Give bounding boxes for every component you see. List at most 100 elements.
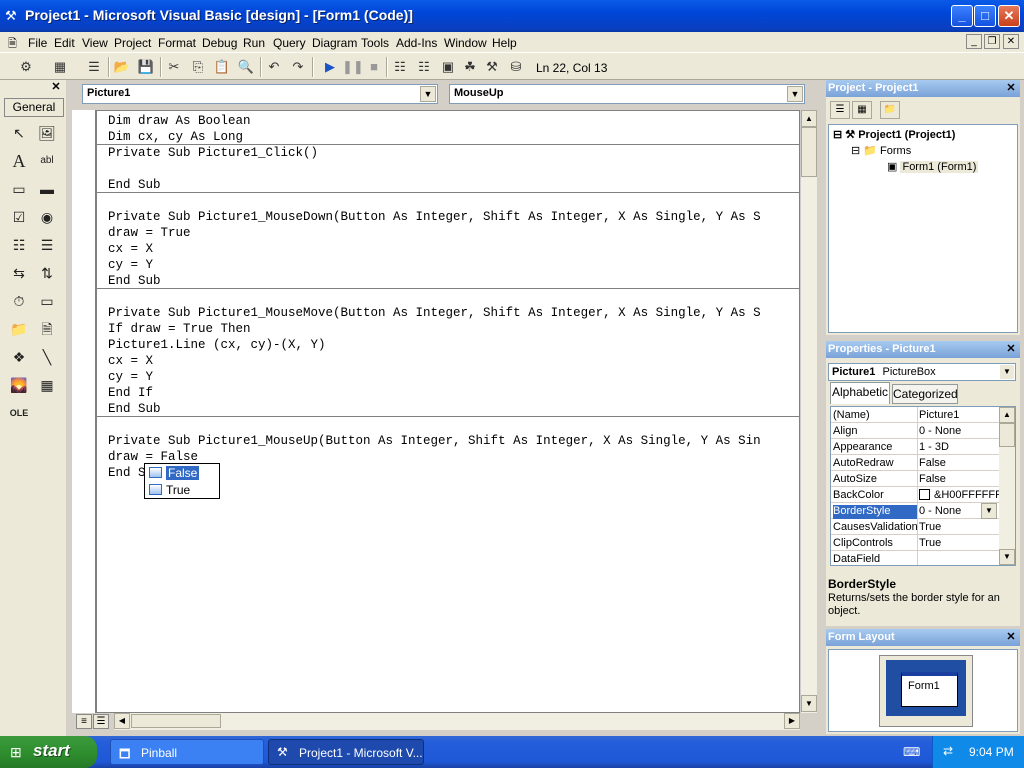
taskbar-item-vb[interactable]: ⚒ Project1 - Microsoft V... <box>268 739 424 765</box>
mdi-restore-button[interactable]: ❐ <box>984 34 1000 49</box>
code-line[interactable]: cx = X <box>108 353 153 369</box>
code-line[interactable]: cx = X <box>108 241 153 257</box>
procedure-combo[interactable]: MouseUp ▼ <box>449 84 805 104</box>
close-icon[interactable]: ✕ <box>1004 342 1018 356</box>
menu-help[interactable]: Help <box>492 36 517 50</box>
commandbutton-tool-icon[interactable]: ▬ <box>36 178 58 200</box>
code-line[interactable]: Private Sub Picture1_Click() <box>108 145 318 161</box>
title-bar[interactable]: ⚒ Project1 - Microsoft Visual Basic [des… <box>0 0 1024 32</box>
object-selector[interactable]: Picture1 PictureBox ▼ <box>828 363 1016 381</box>
maximize-button[interactable]: □ <box>974 5 996 27</box>
close-icon[interactable]: ✕ <box>49 81 63 94</box>
scroll-left-icon[interactable]: ◀ <box>114 713 130 729</box>
close-icon[interactable]: ✕ <box>1004 630 1018 644</box>
vertical-scrollbar[interactable]: ▲ ▼ <box>800 110 817 713</box>
menu-run[interactable]: Run <box>243 36 265 50</box>
autocomplete-item[interactable]: True <box>147 482 219 498</box>
project-explorer-icon[interactable]: ☷ <box>390 57 410 77</box>
menu-file[interactable]: File <box>28 36 47 50</box>
property-row[interactable]: BackColor &H00FFFFFF <box>831 487 999 503</box>
code-editor[interactable]: Dim draw As Boolean Dim cx, cy As Long P… <box>96 110 800 713</box>
property-grid[interactable]: (Name) Picture1 Align 0 - None Appearance 1… <box>830 406 1016 566</box>
menu-debug[interactable]: Debug <box>202 36 237 50</box>
textbox-tool-icon[interactable]: abl <box>36 150 58 172</box>
toolbox-tab-general[interactable]: General <box>4 98 64 117</box>
code-line[interactable]: Private Sub Picture1_MouseMove(Button As… <box>108 305 761 321</box>
tab-alphabetic[interactable]: Alphabetic <box>830 382 890 404</box>
code-line[interactable]: Dim cx, cy As Long <box>108 129 243 145</box>
menu-query[interactable]: Query <box>273 36 306 50</box>
code-line[interactable]: draw = True <box>108 225 191 241</box>
toolbox-icon[interactable]: ⚒ <box>482 57 502 77</box>
toggle-folders-button[interactable]: 📁 <box>880 101 900 119</box>
menu-project[interactable]: Project <box>114 36 151 50</box>
picturebox-tool-icon[interactable]: 🖼 <box>36 122 58 144</box>
code-line[interactable]: End If <box>108 385 153 401</box>
break-icon[interactable]: ❚❚ <box>342 57 364 77</box>
collapse-icon[interactable]: ⊟ <box>833 129 842 141</box>
pointer-tool-icon[interactable]: ↖ <box>8 122 30 144</box>
form-layout-title[interactable]: Form Layout ✕ <box>826 629 1020 646</box>
taskbar-item-pinball[interactable]: 🗖 Pinball <box>110 739 264 765</box>
code-line[interactable]: cy = Y <box>108 369 153 385</box>
full-module-view-button[interactable]: ☰ <box>93 714 109 729</box>
form-layout-icon[interactable]: ▣ <box>438 57 458 77</box>
mdi-close-button[interactable]: ✕ <box>1003 34 1019 49</box>
menu-edit[interactable]: Edit <box>54 36 75 50</box>
view-code-button[interactable]: ☰ <box>830 101 850 119</box>
code-line[interactable]: End Sub <box>108 177 161 193</box>
chevron-down-icon[interactable]: ▼ <box>981 503 997 519</box>
network-icon[interactable]: ⇄ <box>943 744 953 758</box>
frame-tool-icon[interactable]: ▭ <box>8 178 30 200</box>
shape-tool-icon[interactable]: ❖ <box>8 346 30 368</box>
code-line[interactable]: End Sub <box>108 273 161 289</box>
find-icon[interactable]: 🔍 <box>236 57 256 77</box>
paste-icon[interactable]: 📋 <box>212 57 232 77</box>
properties-panel-title[interactable]: Properties - Picture1 ✕ <box>826 341 1020 358</box>
menu-window[interactable]: Window <box>444 36 487 50</box>
chevron-down-icon[interactable]: ▼ <box>787 86 803 102</box>
data-view-icon[interactable]: ⛁ <box>506 57 526 77</box>
code-line[interactable]: Picture1.Line (cx, cy)-(X, Y) <box>108 337 326 353</box>
copy-icon[interactable]: ⎘ <box>188 57 208 77</box>
timer-tool-icon[interactable]: ⏱ <box>8 290 30 312</box>
code-line[interactable]: cy = Y <box>108 257 153 273</box>
combobox-tool-icon[interactable]: ☷ <box>8 234 30 256</box>
label-tool-icon[interactable]: A <box>8 150 30 172</box>
code-line[interactable]: Dim draw As Boolean <box>108 113 251 129</box>
mdi-minimize-button[interactable]: _ <box>966 34 982 49</box>
project-tree[interactable]: ⊟ ⚒ Project1 (Project1) ⊟ 📁 Forms ▣ Form… <box>828 124 1018 333</box>
chevron-down-icon[interactable]: ▼ <box>1000 365 1014 379</box>
start-button[interactable]: ⊞ start <box>0 736 97 768</box>
procedure-view-button[interactable]: ≡ <box>76 714 92 729</box>
autocomplete-item[interactable]: False <box>147 465 219 481</box>
code-line[interactable]: If draw = True Then <box>108 321 251 337</box>
clock[interactable]: 9:04 PM <box>969 745 1014 759</box>
form-position-preview[interactable]: Form1 <box>901 672 958 707</box>
project-panel-title[interactable]: Project - Project1 ✕ <box>826 80 1020 97</box>
menu-tools[interactable]: Tools <box>361 36 389 50</box>
scroll-down-icon[interactable]: ▼ <box>999 549 1015 565</box>
add-project-icon[interactable]: ⚙ <box>16 57 36 77</box>
add-form-icon[interactable]: ▦ <box>50 57 70 77</box>
autocomplete-list[interactable]: False True <box>144 463 220 499</box>
close-icon[interactable]: ✕ <box>1004 81 1018 95</box>
menu-format[interactable]: Format <box>158 36 196 50</box>
tree-node-forms[interactable]: ⊟ 📁 Forms <box>851 144 911 157</box>
property-row[interactable]: Appearance 1 - 3D <box>831 439 999 455</box>
property-row[interactable]: (Name) Picture1 <box>831 407 999 423</box>
optionbutton-tool-icon[interactable]: ◉ <box>36 206 58 228</box>
chevron-down-icon[interactable]: ▼ <box>420 86 436 102</box>
minimize-button[interactable]: _ <box>951 5 973 27</box>
listbox-tool-icon[interactable]: ☰ <box>36 234 58 256</box>
redo-icon[interactable]: ↷ <box>288 57 308 77</box>
menu-diagram[interactable]: Diagram <box>312 36 357 50</box>
property-row[interactable]: DataField <box>831 551 999 565</box>
tab-categorized[interactable]: Categorized <box>892 384 958 404</box>
end-run-icon[interactable]: ■ <box>364 57 384 77</box>
menu-view[interactable]: View <box>82 36 108 50</box>
scroll-right-icon[interactable]: ▶ <box>784 713 800 729</box>
tree-node-form1[interactable]: ▣ Form1 (Form1) <box>887 160 979 173</box>
undo-icon[interactable]: ↶ <box>264 57 284 77</box>
filelistbox-tool-icon[interactable]: 🗎 <box>36 318 58 340</box>
